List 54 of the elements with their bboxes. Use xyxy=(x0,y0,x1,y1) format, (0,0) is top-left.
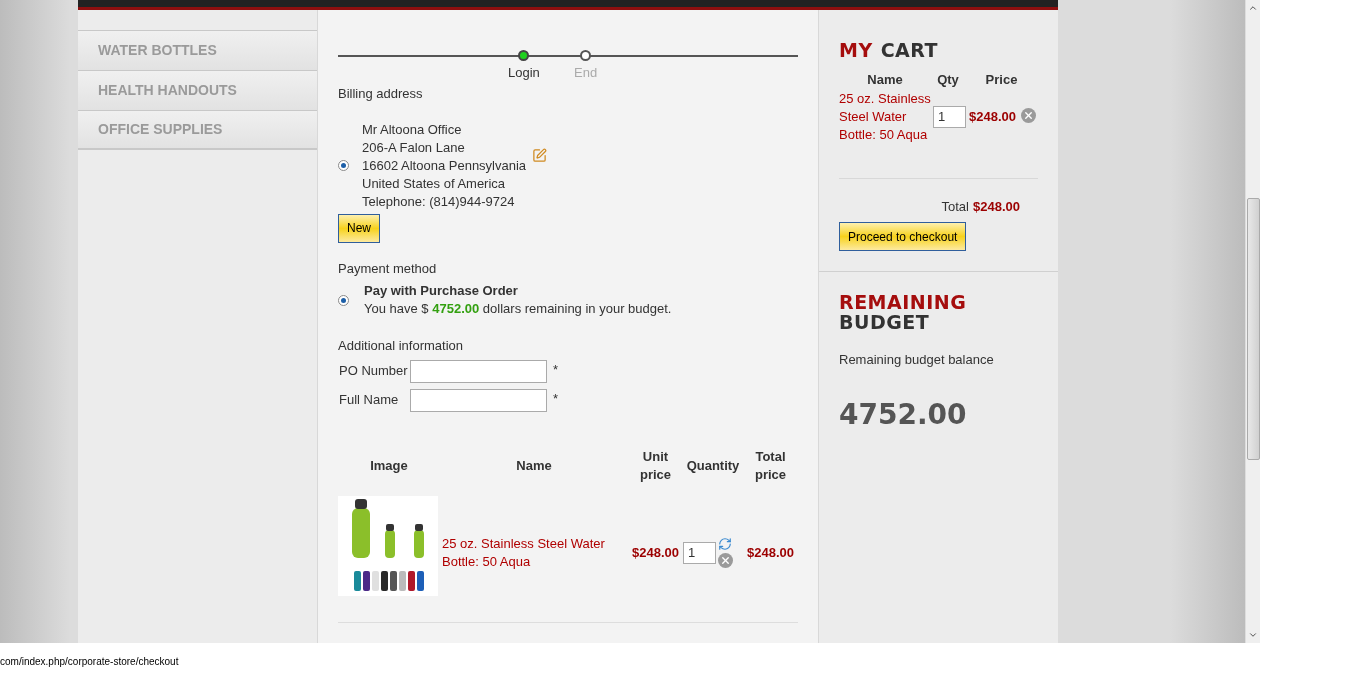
column-header: Unit price xyxy=(639,448,672,482)
total-label: Total xyxy=(941,197,969,216)
field-label: PO Number xyxy=(338,362,409,381)
field-label: Full Name xyxy=(338,391,400,410)
step-label: End xyxy=(574,64,598,82)
column-header: Qty xyxy=(936,71,960,89)
budget-note: You have $ 4752.00 dollars remaining in your budget. xyxy=(364,300,672,318)
address-line: 16602 Altoona Pennsylvania xyxy=(362,156,527,175)
address-line: United States of America xyxy=(362,174,506,193)
item-price: $248.00 xyxy=(969,107,1017,126)
section-heading: REMAINING xyxy=(839,292,968,312)
input-field[interactable] xyxy=(410,359,547,383)
column-header: Name xyxy=(866,71,904,89)
budget-label: Remaining budget balance xyxy=(839,351,994,369)
section-heading: MY xyxy=(839,40,873,60)
quantity-field[interactable]: 1 xyxy=(683,541,716,564)
scroll-down-icon[interactable] xyxy=(1248,630,1258,640)
scroll-up-icon[interactable] xyxy=(1248,3,1258,13)
address-line: Telephone: (814)944-9724 xyxy=(362,192,515,211)
section-title: Billing address xyxy=(338,85,423,103)
product-link[interactable]: 25 oz. Stainless Steel Water Bottle: 50 Aqua xyxy=(839,89,933,144)
input-field[interactable] xyxy=(410,388,547,412)
unit-price: $248.00 xyxy=(632,544,679,560)
column-header: Quantity xyxy=(686,457,740,473)
total-price: $248.00 xyxy=(747,544,794,560)
column-header: Name xyxy=(516,457,552,473)
radio-button[interactable] xyxy=(338,294,349,306)
section-heading: BUDGET xyxy=(839,312,931,332)
status-url: com/index.php/corporate-store/checkout xyxy=(0,656,179,667)
scroll-thumb[interactable] xyxy=(1246,198,1260,460)
radio-button[interactable] xyxy=(338,160,349,171)
quantity-field[interactable]: 1 xyxy=(933,105,966,128)
product-link[interactable]: 25 oz. Stainless Steel Water Bottle: 50 Aqua xyxy=(442,534,626,571)
step-label: Login xyxy=(508,64,540,82)
address-line: Mr Altoona Office xyxy=(362,120,462,139)
update-icon[interactable] xyxy=(718,537,732,551)
payment-method-name: Pay with Purchase Order xyxy=(364,282,518,300)
checkout-button[interactable]: Proceed to checkout xyxy=(839,222,967,251)
column-header: Price xyxy=(984,71,1019,89)
address-line: 206-A Falon Lane xyxy=(362,138,465,157)
section-heading: CART xyxy=(880,40,939,60)
column-header: Total price xyxy=(754,448,787,482)
column-header: Image xyxy=(370,457,408,473)
required-mark: * xyxy=(553,389,559,408)
scrollbar[interactable] xyxy=(1245,0,1260,643)
remove-icon[interactable] xyxy=(718,553,733,568)
cart-total: $248.00 xyxy=(973,197,1020,216)
remove-icon[interactable] xyxy=(1020,107,1036,123)
edit-icon[interactable] xyxy=(532,148,548,163)
required-mark: * xyxy=(553,360,559,379)
new-button[interactable]: New xyxy=(338,213,380,243)
section-title: Payment method xyxy=(338,259,437,278)
budget-amount: 4752.00 xyxy=(839,396,967,433)
section-title: Additional information xyxy=(338,337,464,355)
